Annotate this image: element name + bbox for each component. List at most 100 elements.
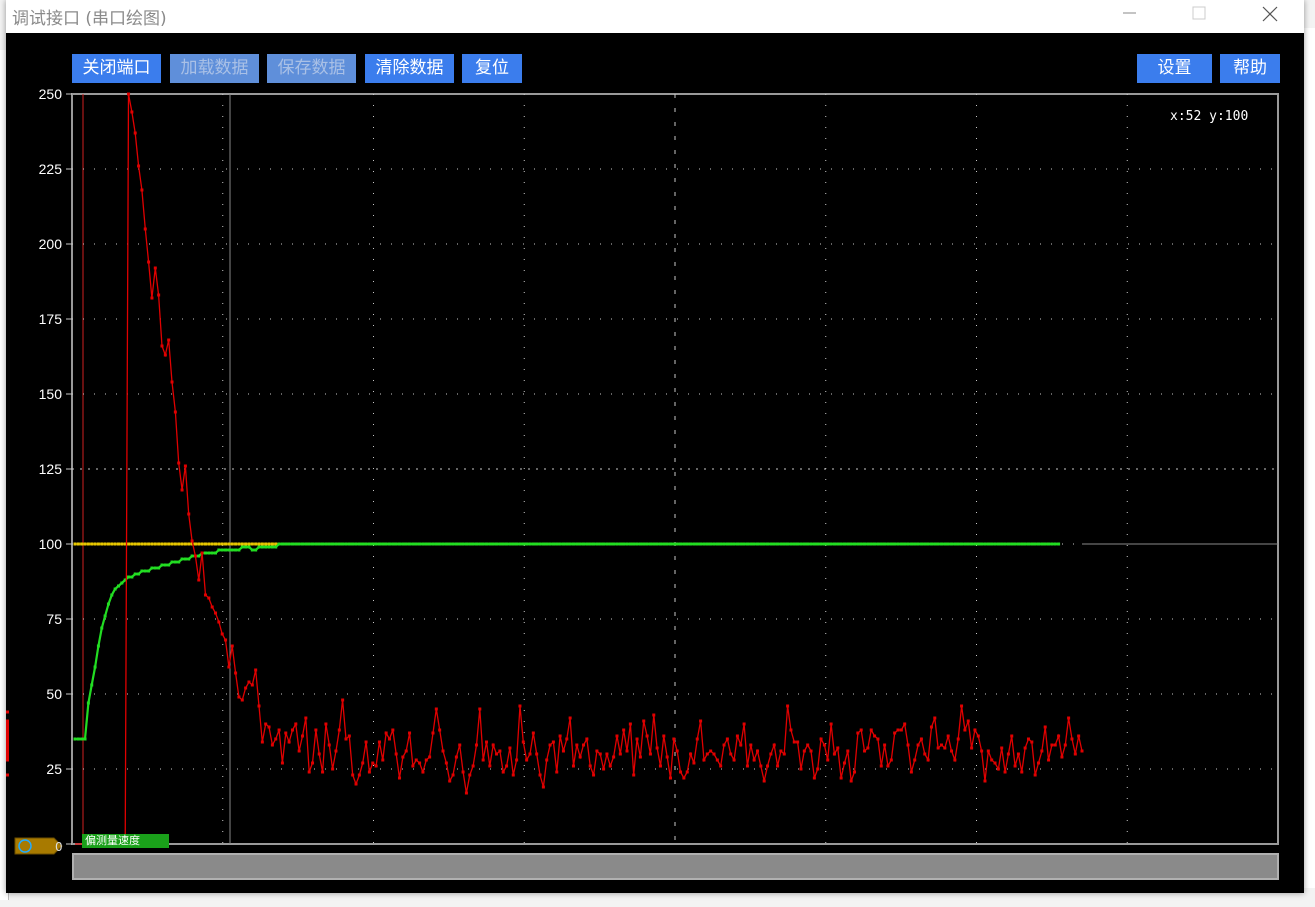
data-point <box>331 542 335 546</box>
data-point <box>501 770 505 774</box>
data-point <box>548 743 552 747</box>
data-point <box>642 719 646 723</box>
data-point <box>953 542 957 546</box>
data-point <box>411 764 415 768</box>
data-point <box>113 587 117 591</box>
minimize-button[interactable] <box>1106 0 1152 30</box>
data-point <box>849 779 853 783</box>
data-point <box>772 743 776 747</box>
data-point <box>842 761 846 765</box>
channel-badge[interactable]: 0 <box>14 834 64 858</box>
maximize-button[interactable] <box>1176 0 1222 30</box>
data-point <box>1077 734 1081 738</box>
data-point <box>806 743 810 747</box>
data-point <box>6 737 9 741</box>
data-point <box>766 542 770 546</box>
data-point <box>133 131 137 135</box>
data-point <box>357 773 361 777</box>
data-point <box>361 542 365 546</box>
data-point <box>230 548 234 552</box>
horizontal-scrollbar[interactable] <box>72 853 1279 880</box>
data-point <box>157 293 161 297</box>
data-point <box>645 542 649 546</box>
data-point <box>177 560 181 564</box>
data-point <box>675 749 679 753</box>
data-point <box>311 761 315 765</box>
data-point <box>592 542 596 546</box>
data-point <box>214 542 218 546</box>
data-point <box>1010 734 1014 738</box>
data-point <box>832 542 836 546</box>
data-point <box>588 542 592 546</box>
data-point <box>250 683 254 687</box>
data-point <box>1050 542 1054 546</box>
data-point <box>692 761 696 765</box>
data-point <box>950 542 954 546</box>
data-point <box>541 785 545 789</box>
data-point <box>909 770 913 774</box>
data-point <box>986 542 990 546</box>
data-point <box>796 542 800 546</box>
data-point <box>244 545 248 549</box>
data-point <box>525 758 529 762</box>
data-point <box>699 719 703 723</box>
data-point <box>401 755 405 759</box>
data-point <box>976 734 980 738</box>
data-point <box>558 542 562 546</box>
data-point <box>943 542 947 546</box>
title-bar[interactable]: 调试接口 (串口绘图) <box>6 0 1304 33</box>
close-button[interactable] <box>1246 0 1292 30</box>
data-point <box>227 548 231 552</box>
data-point <box>100 626 104 630</box>
data-point <box>6 758 9 762</box>
data-point <box>414 758 418 762</box>
data-point <box>786 542 790 546</box>
data-point <box>220 632 224 636</box>
y-tick-label: 250 <box>39 86 63 102</box>
data-point <box>796 740 800 744</box>
data-point <box>150 542 154 546</box>
data-point <box>839 776 843 780</box>
data-point <box>404 749 408 753</box>
data-point <box>284 542 288 546</box>
data-point <box>130 575 134 579</box>
data-point <box>244 542 248 546</box>
data-point <box>364 740 368 744</box>
data-point <box>695 737 699 741</box>
data-point <box>725 737 729 741</box>
data-point <box>735 542 739 546</box>
plot-area[interactable]: 250 225 200 175 150 125 100 75 50 25 <box>6 33 1304 893</box>
data-point <box>505 764 509 768</box>
data-point <box>163 563 167 567</box>
data-point <box>1030 740 1034 744</box>
data-point <box>692 542 696 546</box>
data-point <box>555 542 559 546</box>
data-point <box>214 611 218 615</box>
data-point <box>658 542 662 546</box>
data-point <box>254 542 258 546</box>
data-point <box>137 572 141 576</box>
channel-tag[interactable]: 偏测量速度 <box>82 834 169 848</box>
data-point <box>1037 542 1041 546</box>
data-point <box>438 728 442 732</box>
data-point <box>980 749 984 753</box>
data-point <box>946 734 950 738</box>
data-point <box>936 542 940 546</box>
data-point <box>137 542 141 546</box>
data-point <box>371 761 375 765</box>
data-point <box>304 542 308 546</box>
data-point <box>307 542 311 546</box>
data-point <box>183 542 187 546</box>
data-point <box>327 743 331 747</box>
data-point <box>996 767 1000 771</box>
data-point <box>6 746 9 750</box>
data-point <box>899 728 903 732</box>
data-point <box>1026 737 1030 741</box>
data-point <box>906 542 910 546</box>
y-tick-label: 225 <box>39 161 63 177</box>
data-point <box>1003 770 1007 774</box>
data-point <box>474 542 478 546</box>
data-point <box>608 542 612 546</box>
data-point <box>742 542 746 546</box>
data-point <box>525 542 529 546</box>
